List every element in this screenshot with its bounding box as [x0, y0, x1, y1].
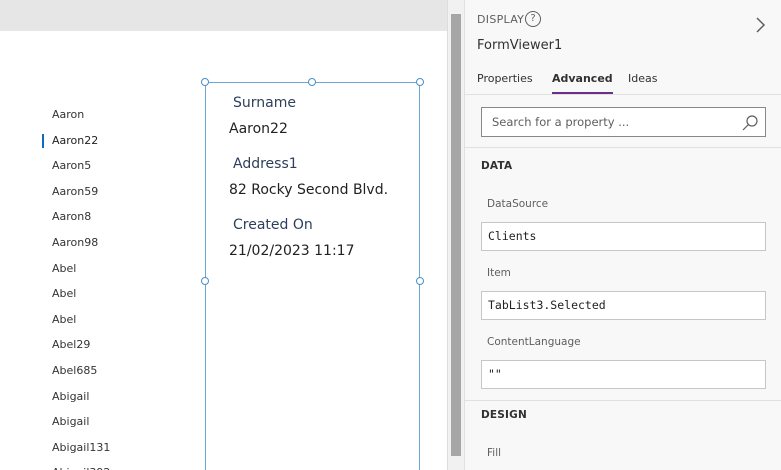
- created-on-value: 21/02/2023 11:17: [229, 243, 355, 259]
- scrollbar-thumb[interactable]: [451, 14, 461, 456]
- resize-handle-left[interactable]: [201, 277, 209, 285]
- tab-advanced[interactable]: Advanced: [552, 72, 613, 94]
- datasource-label: DataSource: [487, 198, 549, 210]
- resize-handle-top[interactable]: [308, 78, 316, 86]
- list-item-selected[interactable]: Aaron22: [42, 128, 192, 154]
- list-item[interactable]: Aaron59: [42, 179, 192, 205]
- created-on-label: Created On: [233, 217, 313, 233]
- search-icon[interactable]: [741, 114, 759, 132]
- list-item[interactable]: Abigail392: [42, 460, 192, 470]
- resize-handle-right[interactable]: [416, 277, 424, 285]
- form-viewer[interactable]: Surname Aaron22 Address1 82 Rocky Second…: [205, 82, 420, 470]
- properties-panel: DISPLAY ? FormViewer1 Properties Advance…: [464, 0, 781, 470]
- property-search[interactable]: [481, 107, 766, 137]
- fill-label: Fill: [487, 447, 502, 459]
- list-item[interactable]: Abigail: [42, 384, 192, 410]
- surname-value: Aaron22: [229, 121, 288, 137]
- contentlanguage-input[interactable]: "": [481, 360, 766, 389]
- list-item[interactable]: Abel: [42, 256, 192, 282]
- list-item[interactable]: Aaron5: [42, 153, 192, 179]
- canvas-scrollbar[interactable]: [447, 0, 464, 470]
- resize-handle-top-left[interactable]: [201, 78, 209, 86]
- item-label: Item: [487, 267, 511, 279]
- data-section-title: DATA: [481, 160, 513, 172]
- panel-tabs: Properties Advanced Ideas: [465, 70, 781, 96]
- list-item[interactable]: Aaron: [42, 102, 192, 128]
- list-item[interactable]: Abel685: [42, 358, 192, 384]
- contentlanguage-label: ContentLanguage: [487, 336, 581, 348]
- list-item[interactable]: Abel29: [42, 332, 192, 358]
- panel-type-label: DISPLAY: [477, 13, 525, 26]
- tabs-divider: [465, 94, 781, 95]
- list-item[interactable]: Abel: [42, 307, 192, 333]
- tab-properties[interactable]: Properties: [477, 72, 533, 94]
- tab-ideas[interactable]: Ideas: [628, 72, 657, 94]
- address1-label: Address1: [233, 156, 298, 172]
- item-input[interactable]: TabList3.Selected: [481, 291, 766, 320]
- section-divider: [465, 400, 781, 401]
- design-section-title: DESIGN: [481, 409, 527, 421]
- canvas-topbar: [0, 0, 447, 31]
- list-item[interactable]: Aaron8: [42, 204, 192, 230]
- surname-label: Surname: [233, 95, 296, 111]
- canvas: Aaron Aaron22 Aaron5 Aaron59 Aaron8 Aaro…: [0, 0, 447, 470]
- tab-list[interactable]: Aaron Aaron22 Aaron5 Aaron59 Aaron8 Aaro…: [42, 102, 192, 470]
- list-item[interactable]: Abigail: [42, 409, 192, 435]
- search-input[interactable]: [482, 108, 732, 136]
- list-item[interactable]: Abel: [42, 281, 192, 307]
- list-item[interactable]: Abigail131: [42, 435, 192, 461]
- section-divider: [465, 147, 781, 148]
- resize-handle-top-right[interactable]: [416, 78, 424, 86]
- help-icon[interactable]: ?: [525, 11, 541, 27]
- datasource-input[interactable]: Clients: [481, 222, 766, 251]
- list-item[interactable]: Aaron98: [42, 230, 192, 256]
- control-name[interactable]: FormViewer1: [477, 38, 562, 53]
- address1-value: 82 Rocky Second Blvd.: [229, 182, 389, 198]
- chevron-right-icon[interactable]: [753, 15, 767, 35]
